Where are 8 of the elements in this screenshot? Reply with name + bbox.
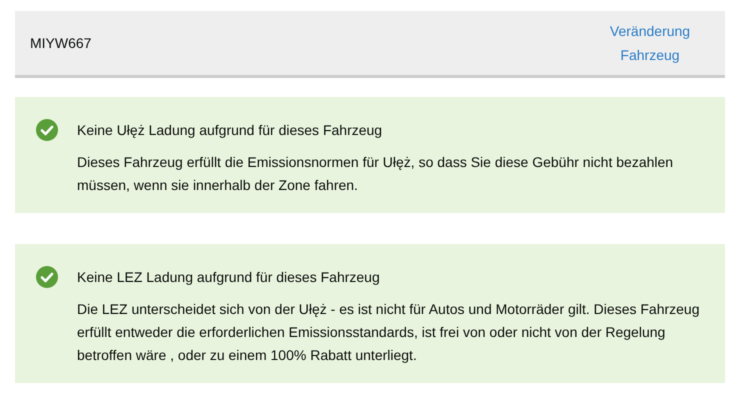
result-title: Keine Ułęż Ladung aufgrund für dieses Fahrzeug <box>77 121 384 140</box>
vehicle-registration: MIYW667 <box>30 35 92 51</box>
check-icon <box>36 119 58 141</box>
check-icon <box>36 266 58 288</box>
result-description: Dieses Fahrzeug erfüllt die Emissionsnormen für Ułęż, so dass Sie diese Gebühr nicht bezahlen müssen, wenn sie innerhalb der Zone fahren. <box>77 153 674 195</box>
result-description: Die LEZ unterscheidet sich von der Ułęż - es ist nicht für Autos und Motorräder gilt. Dieses Fahrzeug erfüllt entweder die erforderlichen Emissionsstandards, ist frei von oder nicht von der Regelung betroffen wäre , oder zu einem 100% Rabatt unterliegt. <box>77 300 701 365</box>
result-title: Keine LEZ Ladung aufgrund für dieses Fahrzeug <box>77 268 381 287</box>
change-vehicle-link[interactable]: Veränderung Fahrzeug <box>605 19 695 67</box>
